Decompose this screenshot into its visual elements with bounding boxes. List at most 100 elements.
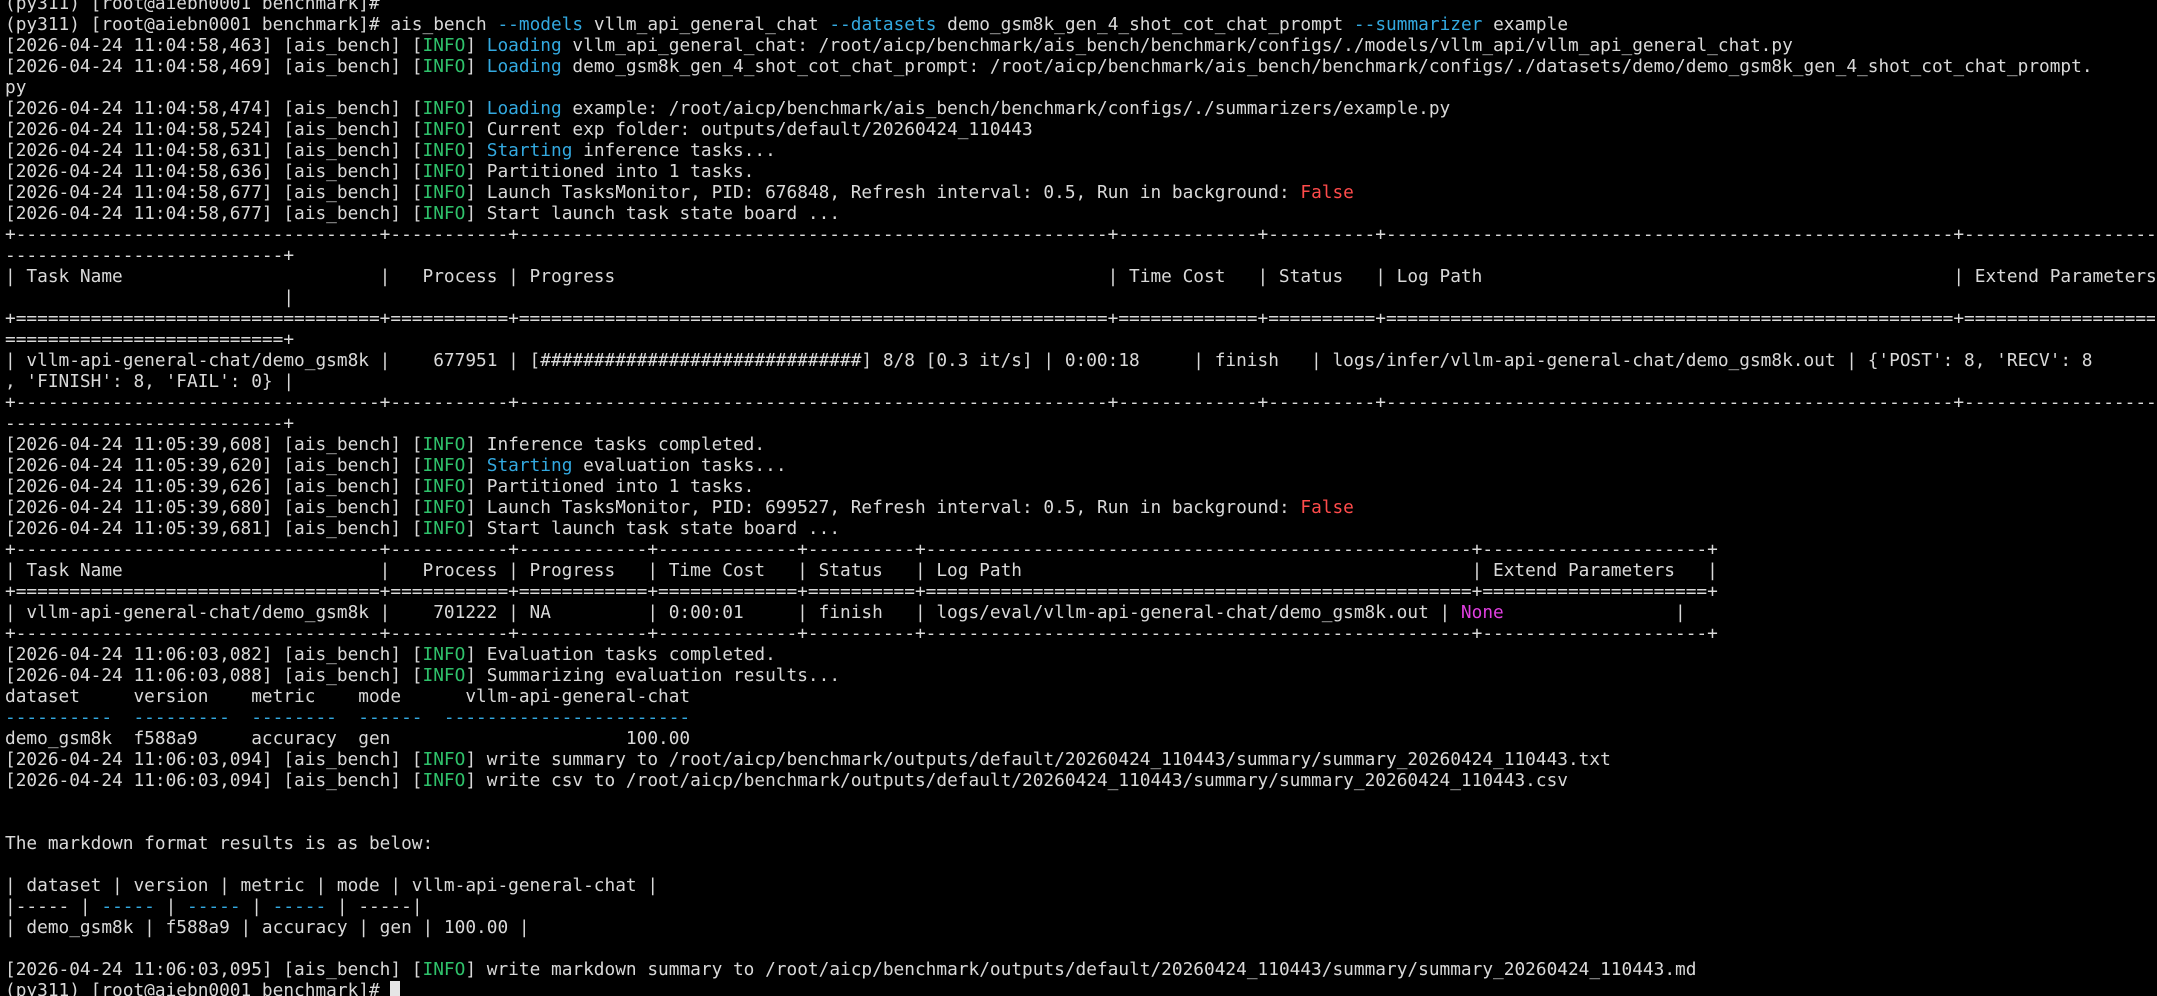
terminal-line: demo_gsm8k f588a9 accuracy gen 100.00 bbox=[5, 728, 2155, 749]
terminal-text-segment: | vllm-api-general-chat/demo_gsm8k | 701… bbox=[5, 602, 1461, 623]
terminal-text-segment: ] write csv to /root/aicp/benchmark/outp… bbox=[465, 770, 1568, 791]
terminal-text-segment: ] Start launch task state board ... bbox=[465, 518, 841, 539]
terminal-text-segment: INFO bbox=[422, 476, 466, 497]
terminal-line: [2026-04-24 11:04:58,463] [ais_bench] [I… bbox=[5, 35, 2155, 56]
terminal-line: [2026-04-24 11:05:39,620] [ais_bench] [I… bbox=[5, 455, 2155, 476]
terminal-text-segment: --------------------------+ bbox=[5, 245, 295, 266]
terminal-text-segment: | bbox=[1503, 602, 1686, 623]
terminal-line: [2026-04-24 11:06:03,095] [ais_bench] [I… bbox=[5, 959, 2155, 980]
terminal-text-segment: INFO bbox=[422, 518, 466, 539]
terminal-line: [2026-04-24 11:04:58,631] [ais_bench] [I… bbox=[5, 140, 2155, 161]
terminal-line: |----- | ----- | ----- | ----- | -----| bbox=[5, 896, 2155, 917]
terminal-text-segment: (py311) [root@aiebn0001 benchmark]# bbox=[5, 980, 391, 996]
terminal-text-segment: ] Partitioned into 1 tasks. bbox=[465, 161, 755, 182]
terminal-text-segment: demo_gsm8k f588a9 accuracy gen 100.00 bbox=[5, 728, 691, 749]
terminal-text-segment: (py311) [root@aiebn0001 benchmark]# bbox=[5, 0, 380, 14]
terminal-line: [2026-04-24 11:04:58,677] [ais_bench] [I… bbox=[5, 203, 2155, 224]
terminal-text-segment: vllm_api_general_chat: /root/aicp/benchm… bbox=[561, 35, 1793, 56]
terminal-output: (py311) [root@aiebn0001 benchmark]# (py31… bbox=[5, 0, 2155, 996]
terminal-line: [2026-04-24 11:05:39,608] [ais_bench] [I… bbox=[5, 434, 2155, 455]
terminal-text-segment: INFO bbox=[422, 749, 466, 770]
terminal-line: [2026-04-24 11:06:03,094] [ais_bench] [I… bbox=[5, 770, 2155, 791]
terminal-text-segment: | -----| bbox=[326, 896, 423, 917]
terminal-text-segment: --summarizer bbox=[1353, 14, 1483, 35]
terminal-text-segment: None bbox=[1460, 602, 1504, 623]
terminal-text-segment: ] write summary to /root/aicp/benchmark/… bbox=[465, 749, 1611, 770]
terminal-cursor[interactable] bbox=[390, 981, 401, 996]
terminal-line: [2026-04-24 11:06:03,088] [ais_bench] [I… bbox=[5, 665, 2155, 686]
terminal-text-segment: INFO bbox=[422, 56, 466, 77]
terminal-text-segment: [2026-04-24 11:04:58,677] [ais_bench] [ bbox=[5, 182, 423, 203]
terminal-line: | demo_gsm8k | f588a9 | accuracy | gen |… bbox=[5, 917, 2155, 938]
terminal-text-segment: | bbox=[154, 896, 188, 917]
terminal-text-segment: False bbox=[1300, 182, 1354, 203]
terminal-window[interactable]: (py311) [root@aiebn0001 benchmark]# (py31… bbox=[0, 0, 2157, 996]
terminal-text-segment: [2026-04-24 11:04:58,677] [ais_bench] [ bbox=[5, 203, 423, 224]
terminal-line: [2026-04-24 11:05:39,626] [ais_bench] [I… bbox=[5, 476, 2155, 497]
terminal-text-segment: example bbox=[1482, 14, 1569, 35]
terminal-text-segment: | bbox=[240, 896, 273, 917]
terminal-line: +==================================+====… bbox=[5, 581, 2155, 602]
terminal-text-segment: Loading bbox=[486, 35, 562, 56]
terminal-text-segment: ] Evaluation tasks completed. bbox=[465, 644, 776, 665]
terminal-text-segment: INFO bbox=[422, 770, 466, 791]
terminal-text-segment: +----------------------------------+----… bbox=[5, 539, 1718, 560]
terminal-text-segment: INFO bbox=[422, 665, 466, 686]
terminal-text-segment: ] Launch TasksMonitor, PID: 676848, Refr… bbox=[465, 182, 1301, 203]
terminal-text-segment: demo_gsm8k_gen_4_shot_cot_chat_prompt bbox=[936, 14, 1354, 35]
terminal-text-segment: --models bbox=[497, 14, 584, 35]
terminal-line: +==================================+====… bbox=[5, 308, 2155, 329]
terminal-text-segment: [2026-04-24 11:06:03,088] [ais_bench] [ bbox=[5, 665, 423, 686]
terminal-line: | vllm-api-general-chat/demo_gsm8k | 701… bbox=[5, 602, 2155, 623]
terminal-text-segment: [2026-04-24 11:05:39,620] [ais_bench] [ bbox=[5, 455, 423, 476]
terminal-text-segment: [2026-04-24 11:06:03,095] [ais_bench] [ bbox=[5, 959, 423, 980]
terminal-line: [2026-04-24 11:04:58,677] [ais_bench] [I… bbox=[5, 182, 2155, 203]
terminal-text-segment: demo_gsm8k_gen_4_shot_cot_chat_prompt: /… bbox=[561, 56, 2093, 77]
terminal-text-segment: INFO bbox=[422, 140, 466, 161]
terminal-text-segment: +----------------------------------+----… bbox=[5, 224, 2155, 245]
terminal-line: (py311) [root@aiebn0001 benchmark]# bbox=[5, 980, 2155, 996]
terminal-text-segment: [2026-04-24 11:04:58,524] [ais_bench] [ bbox=[5, 119, 423, 140]
terminal-text-segment: [2026-04-24 11:04:58,474] [ais_bench] [ bbox=[5, 98, 423, 119]
terminal-text-segment: [2026-04-24 11:05:39,681] [ais_bench] [ bbox=[5, 518, 423, 539]
terminal-text-segment: +----------------------------------+----… bbox=[5, 392, 2155, 413]
terminal-line: ==========================+ bbox=[5, 329, 2155, 350]
terminal-text-segment: [2026-04-24 11:04:58,469] [ais_bench] [ bbox=[5, 56, 423, 77]
terminal-text-segment: ] bbox=[465, 98, 487, 119]
terminal-text-segment: Loading bbox=[486, 98, 562, 119]
terminal-text-segment: ] Partitioned into 1 tasks. bbox=[465, 476, 755, 497]
terminal-text-segment: INFO bbox=[422, 497, 466, 518]
terminal-line: [2026-04-24 11:05:39,680] [ais_bench] [I… bbox=[5, 497, 2155, 518]
terminal-text-segment: INFO bbox=[422, 35, 466, 56]
terminal-text-segment: ==========================+ bbox=[5, 329, 295, 350]
terminal-text-segment: False bbox=[1300, 497, 1354, 518]
terminal-text-segment: ] write markdown summary to /root/aicp/b… bbox=[465, 959, 1697, 980]
terminal-text-segment: ---------- --------- -------- ------ ---… bbox=[5, 707, 691, 728]
terminal-text-segment: INFO bbox=[422, 98, 466, 119]
terminal-text-segment: The markdown format results is as below: bbox=[5, 833, 434, 854]
terminal-text-segment: inference tasks... bbox=[572, 140, 776, 161]
terminal-text-segment: py bbox=[5, 77, 27, 98]
terminal-text-segment: (py311) [root@aiebn0001 benchmark]# ais_… bbox=[5, 14, 498, 35]
terminal-line: [2026-04-24 11:05:39,681] [ais_bench] [I… bbox=[5, 518, 2155, 539]
terminal-text-segment: | bbox=[5, 287, 295, 308]
terminal-line: | vllm-api-general-chat/demo_gsm8k | 677… bbox=[5, 350, 2155, 371]
terminal-line: dataset version metric mode vllm-api-gen… bbox=[5, 686, 2155, 707]
terminal-text-segment: [2026-04-24 11:06:03,094] [ais_bench] [ bbox=[5, 770, 423, 791]
terminal-text-segment: [2026-04-24 11:05:39,626] [ais_bench] [ bbox=[5, 476, 423, 497]
terminal-line: , 'FINISH': 8, 'FAIL': 0} | bbox=[5, 371, 2155, 392]
terminal-text-segment: [2026-04-24 11:05:39,608] [ais_bench] [ bbox=[5, 434, 423, 455]
terminal-text-segment: [2026-04-24 11:04:58,631] [ais_bench] [ bbox=[5, 140, 423, 161]
terminal-text-segment: [2026-04-24 11:06:03,082] [ais_bench] [ bbox=[5, 644, 423, 665]
terminal-text-segment: INFO bbox=[422, 119, 466, 140]
terminal-line: ---------- --------- -------- ------ ---… bbox=[5, 707, 2155, 728]
terminal-line: py bbox=[5, 77, 2155, 98]
terminal-text-segment: example: /root/aicp/benchmark/ais_bench/… bbox=[561, 98, 1451, 119]
terminal-line: [2026-04-24 11:04:58,469] [ais_bench] [I… bbox=[5, 56, 2155, 77]
terminal-text-segment: ] bbox=[465, 140, 487, 161]
terminal-line: (py311) [root@aiebn0001 benchmark]# ais_… bbox=[5, 14, 2155, 35]
terminal-text-segment: | Task Name | Process | Progress | Time … bbox=[5, 266, 2155, 287]
